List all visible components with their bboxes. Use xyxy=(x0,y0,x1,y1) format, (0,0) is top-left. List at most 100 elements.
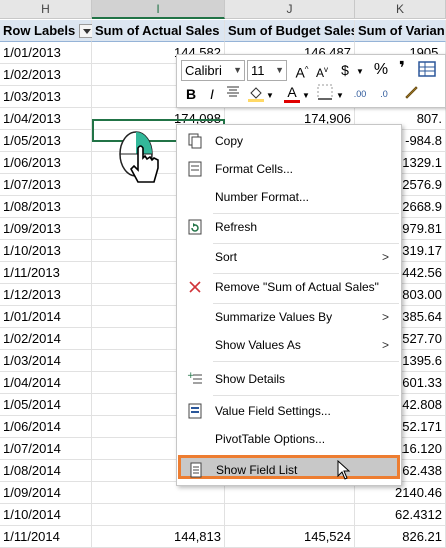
menu-item-refresh[interactable]: Refresh xyxy=(177,215,401,239)
row-label-cell[interactable]: 1/03/2013 xyxy=(0,86,92,108)
row-label-cell[interactable]: 1/04/2014 xyxy=(0,372,92,394)
row-label-cell[interactable]: 1/08/2013 xyxy=(0,196,92,218)
row-label-cell[interactable]: 1/06/2014 xyxy=(0,416,92,438)
fill-color-button[interactable] xyxy=(247,84,265,104)
table-row: 1/10/2014 62.4312 xyxy=(0,504,446,526)
mini-toolbar: Calibri ▼ 11 ▼ A^ Av $ ▼ % ❜ B I ▼ A ▼ ▼… xyxy=(176,54,446,108)
format-painter-table-button[interactable] xyxy=(417,60,437,80)
row-label-cell[interactable]: 1/01/2013 xyxy=(0,42,92,64)
chevron-down-icon[interactable]: ▼ xyxy=(265,86,275,106)
decrease-decimal-button[interactable]: .0 xyxy=(373,84,395,104)
column-header-h[interactable]: H xyxy=(0,0,92,19)
paint-bucket-icon xyxy=(248,87,264,102)
row-label-cell[interactable]: 1/05/2013 xyxy=(0,130,92,152)
menu-item-label: Summarize Values By xyxy=(215,310,333,324)
font-size-value: 11 xyxy=(251,63,265,78)
budget-sales-cell[interactable]: 145,524 xyxy=(225,526,355,548)
row-label-cell[interactable]: 1/07/2014 xyxy=(0,438,92,460)
decrease-decimal-icon: .0 xyxy=(380,89,388,99)
row-label-cell[interactable]: 1/09/2013 xyxy=(0,218,92,240)
increase-decimal-button[interactable]: .00 xyxy=(349,84,371,104)
context-menu: Copy Format Cells... Number Format... Re… xyxy=(176,124,402,486)
italic-icon: I xyxy=(210,86,214,102)
borders-button[interactable] xyxy=(315,84,335,104)
bold-button[interactable]: B xyxy=(183,84,199,104)
budget-sales-cell[interactable] xyxy=(225,504,355,526)
row-label-cell[interactable]: 1/11/2013 xyxy=(0,262,92,284)
variance-cell[interactable]: 62.4312 xyxy=(355,504,446,526)
font-size-box[interactable]: 11 ▼ xyxy=(247,60,287,81)
chevron-down-icon[interactable]: ▼ xyxy=(355,62,365,82)
row-label-cell[interactable]: 1/12/2013 xyxy=(0,284,92,306)
font-color-button[interactable]: A xyxy=(283,82,301,103)
row-label-cell[interactable]: 1/07/2013 xyxy=(0,174,92,196)
row-label-cell[interactable]: 1/02/2014 xyxy=(0,328,92,350)
budget-sales-header[interactable]: Sum of Budget Sales xyxy=(225,20,355,42)
menu-item-value-field-settings[interactable]: Value Field Settings... xyxy=(177,399,401,423)
row-label-cell[interactable]: 1/05/2014 xyxy=(0,394,92,416)
menu-item-sort[interactable]: Sort > xyxy=(177,245,401,269)
chevron-down-icon: ▼ xyxy=(233,65,242,75)
row-label-cell[interactable]: 1/03/2014 xyxy=(0,350,92,372)
actual-sales-cell[interactable] xyxy=(92,504,225,526)
column-header-j[interactable]: J xyxy=(225,0,355,19)
menu-item-copy[interactable]: Copy xyxy=(177,129,401,153)
row-label-cell[interactable]: 1/06/2013 xyxy=(0,152,92,174)
chevron-down-icon: ▼ xyxy=(275,65,284,75)
variance-header[interactable]: Sum of Varian xyxy=(355,20,446,42)
menu-item-format-cells[interactable]: Format Cells... xyxy=(177,157,401,181)
menu-item-show-details[interactable]: + Show Details xyxy=(177,367,401,391)
row-label-cell[interactable]: 1/01/2014 xyxy=(0,306,92,328)
actual-sales-header[interactable]: Sum of Actual Sales xyxy=(92,20,225,42)
decrease-font-size-button[interactable]: Av xyxy=(313,60,331,80)
format-painter-button[interactable] xyxy=(401,84,421,104)
align-center-button[interactable] xyxy=(225,84,241,104)
increase-font-size-button[interactable]: A^ xyxy=(293,60,311,81)
menu-item-summarize-values[interactable]: Summarize Values By > xyxy=(177,305,401,329)
row-label-cell[interactable]: 1/10/2013 xyxy=(0,240,92,262)
menu-item-number-format[interactable]: Number Format... xyxy=(177,185,401,209)
row-label-cell[interactable]: 1/04/2013 xyxy=(0,108,92,130)
italic-button[interactable]: I xyxy=(205,84,219,104)
menu-item-label: Sort xyxy=(215,250,238,264)
copy-icon xyxy=(188,133,202,149)
fill-color-swatch xyxy=(248,99,264,102)
percent-style-button[interactable]: % xyxy=(371,60,391,80)
font-name-box[interactable]: Calibri ▼ xyxy=(181,60,245,81)
currency-format-button[interactable]: $ xyxy=(335,60,355,80)
row-label-cell[interactable]: 1/02/2013 xyxy=(0,64,92,86)
row-label-cell[interactable]: 1/08/2014 xyxy=(0,460,92,482)
show-details-icon: + xyxy=(187,371,202,384)
menu-item-label: Number Format... xyxy=(215,190,310,204)
column-header-k[interactable]: K xyxy=(355,0,446,19)
menu-separator xyxy=(213,273,399,274)
menu-item-label: Show Details xyxy=(215,372,286,386)
increase-font-icon: A xyxy=(295,64,305,81)
menu-item-remove-field[interactable]: Remove "Sum of Actual Sales" xyxy=(177,275,401,299)
increase-decimal-icon: .00 xyxy=(353,89,367,99)
row-label-cell[interactable]: 1/09/2014 xyxy=(0,482,92,504)
table-row: 1/11/2014 144,813 145,524 826.21 xyxy=(0,526,446,548)
percent-icon: % xyxy=(373,61,389,78)
menu-item-label: Remove "Sum of Actual Sales" xyxy=(215,280,379,294)
menu-item-label: Show Field List xyxy=(216,463,298,477)
format-cells-icon xyxy=(188,161,202,177)
bold-icon: B xyxy=(185,86,197,102)
field-list-icon xyxy=(190,462,202,478)
variance-cell[interactable]: 826.21 xyxy=(355,526,446,548)
menu-separator xyxy=(213,303,399,304)
menu-item-label: Refresh xyxy=(215,220,258,234)
menu-item-pivottable-options[interactable]: PivotTable Options... xyxy=(177,427,401,451)
actual-sales-cell[interactable]: 144,813 xyxy=(92,526,225,548)
mouse-pointer-icon xyxy=(337,460,351,480)
comma-style-button[interactable]: ❜ xyxy=(395,58,409,78)
column-header-i[interactable]: I xyxy=(92,0,225,19)
menu-item-show-values-as[interactable]: Show Values As > xyxy=(177,333,401,357)
chevron-down-icon[interactable]: ▼ xyxy=(335,86,345,106)
row-label-cell[interactable]: 1/10/2014 xyxy=(0,504,92,526)
pivot-header-row: Row Labels Sum of Actual Sales Sum of Bu… xyxy=(0,20,446,42)
menu-separator xyxy=(213,243,399,244)
menu-item-show-field-list[interactable]: Show Field List xyxy=(178,455,400,480)
row-label-cell[interactable]: 1/11/2014 xyxy=(0,526,92,548)
chevron-down-icon[interactable]: ▼ xyxy=(301,86,311,106)
